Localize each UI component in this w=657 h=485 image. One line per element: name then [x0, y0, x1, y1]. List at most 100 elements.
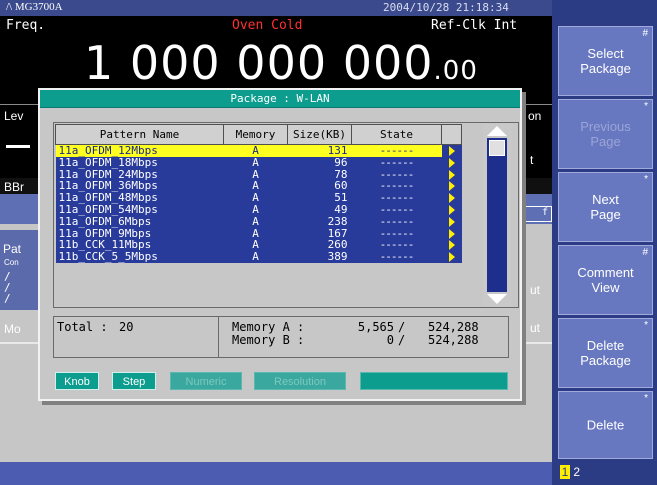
memory-cell: A [223, 144, 288, 157]
scroll-thumb[interactable] [489, 140, 505, 156]
comment-view-softkey[interactable]: # Comment View [558, 245, 653, 315]
table-scrollbar[interactable] [483, 124, 511, 306]
triangle-right-icon [448, 216, 455, 227]
size-cell: 51 [287, 192, 352, 204]
size-cell: 131 [287, 144, 352, 157]
triangle-right-icon [448, 252, 455, 263]
softkey-mark: * [644, 174, 648, 185]
memory-cell: A [223, 239, 288, 252]
col-state: State [351, 124, 442, 145]
triangle-right-icon [448, 193, 455, 204]
summary-divider [218, 317, 219, 357]
state-cell: ------ [351, 239, 442, 252]
softkey-label: Page [590, 134, 621, 149]
softkey-label: Previous [580, 119, 631, 134]
select-package-softkey[interactable]: # Select Package [558, 26, 653, 96]
bbr-label: BBr [4, 180, 25, 194]
state-cell: ------ [351, 156, 442, 169]
next-page-softkey[interactable]: * Next Page [558, 172, 653, 242]
memory-b-label: Memory B : [232, 333, 305, 347]
softkey-page-indicator[interactable]: 1 2 [560, 465, 580, 479]
pattern-table: Pattern Name Memory Size(KB) State 11a_O… [55, 124, 462, 263]
table-row[interactable]: 11b_CCK_11Mbps A 260 ------ [55, 239, 462, 252]
state-cell: ------ [351, 251, 442, 263]
pattern-name-cell: 11a_OFDM_9Mbps [55, 227, 224, 240]
mode-label: Mo [4, 322, 21, 336]
state-cell: ------ [351, 203, 442, 216]
table-row[interactable]: 11a_OFDM_18Mbps A 96 ------ [55, 156, 462, 169]
softkey-label: Next [592, 192, 619, 207]
anritsu-logo: /\ MG3700A [6, 1, 63, 13]
memory-cell: A [223, 180, 288, 193]
triangle-right-icon [448, 240, 455, 251]
scroll-up-icon[interactable] [487, 126, 507, 136]
package-dialog: Package : W-LAN Pattern Name Memory Size… [38, 88, 522, 401]
bottom-band [0, 462, 552, 485]
table-row[interactable]: 11a_OFDM_36Mbps A 60 ------ [55, 180, 462, 193]
t-label: t [530, 153, 534, 167]
size-cell: 60 [287, 180, 352, 193]
col-size: Size(KB) [287, 124, 352, 145]
state-cell: ------ [351, 180, 442, 193]
pattern-name-cell: 11b_CCK_5_5Mbps [55, 251, 224, 263]
ref-clock-status: Ref-Clk Int [431, 18, 518, 33]
triangle-right-icon [448, 204, 455, 215]
delete-softkey[interactable]: * Delete [558, 391, 653, 459]
softkey-label: Select [587, 46, 624, 61]
memory-a-separator: / [398, 320, 406, 334]
delete-package-softkey[interactable]: * Delete Package [558, 318, 653, 388]
current-page: 1 [560, 465, 570, 479]
softkey-mark: # [642, 28, 648, 39]
previous-page-softkey[interactable]: * Previous Page [558, 99, 653, 169]
frequency-fraction: .00 [433, 56, 478, 86]
row-arrow-cell [441, 156, 462, 169]
size-cell: 49 [287, 203, 352, 216]
table-row[interactable]: 11a_OFDM_6Mbps A 238 ------ [55, 215, 462, 228]
memory-b-used: 0 [386, 333, 394, 347]
triangle-right-icon [448, 146, 455, 156]
pattern-name-cell: 11b_CCK_11Mbps [55, 239, 224, 252]
table-row[interactable]: 11a_OFDM_9Mbps A 167 ------ [55, 227, 462, 240]
state-cell: ------ [351, 144, 442, 157]
f-box: f [524, 206, 552, 222]
memory-cell: A [223, 156, 288, 169]
table-row[interactable]: 11a_OFDM_48Mbps A 51 ------ [55, 192, 462, 204]
state-cell: ------ [351, 215, 442, 228]
softkey-mark: * [644, 393, 648, 404]
triangle-right-icon [448, 181, 455, 192]
table-row[interactable]: 11a_OFDM_24Mbps A 78 ------ [55, 168, 462, 181]
table-row[interactable]: 11b_CCK_5_5Mbps A 389 ------ [55, 251, 462, 263]
row-arrow-cell [441, 203, 462, 216]
dialog-title: Package : W-LAN [40, 90, 520, 108]
state-cell: ------ [351, 192, 442, 204]
step-mode-button[interactable]: Step [112, 372, 156, 390]
pattern-name-cell: 11a_OFDM_6Mbps [55, 215, 224, 228]
level-label: Lev [4, 109, 24, 123]
pattern-label: Pat [3, 242, 22, 256]
pattern-name-cell: 11a_OFDM_18Mbps [55, 156, 224, 169]
row-arrow-cell [441, 168, 462, 181]
memory-b-separator: / [398, 333, 406, 347]
scroll-track[interactable] [487, 138, 507, 292]
freq-label: Freq. [6, 18, 46, 33]
numeric-mode-button[interactable]: Numeric [170, 372, 242, 390]
softkey-label: View [591, 280, 620, 295]
level-dash [6, 145, 30, 148]
softkey-label: Comment [577, 265, 634, 280]
knob-mode-button[interactable]: Knob [55, 372, 99, 390]
pattern-name-cell: 11a_OFDM_48Mbps [55, 192, 224, 204]
output-label-2: ut [530, 321, 541, 335]
col-memory: Memory [223, 124, 288, 145]
scroll-down-icon[interactable] [487, 294, 507, 304]
main-screen: /\ MG3700A 2004/10/28 21:18:34 Freq. Ove… [0, 0, 552, 485]
size-cell: 238 [287, 215, 352, 228]
memory-summary: Total : 20 Memory A : 5,565 / 524,288 Me… [53, 316, 509, 358]
resolution-mode-button[interactable]: Resolution [254, 372, 346, 390]
size-cell: 96 [287, 156, 352, 169]
softkey-label: Package [580, 61, 631, 76]
row-arrow-cell [441, 227, 462, 240]
table-row[interactable]: 11a_OFDM_12Mbps A 131 ------ [55, 144, 462, 157]
table-row[interactable]: 11a_OFDM_54Mbps A 49 ------ [55, 203, 462, 216]
frequency-value[interactable]: 1 000 000 000.00 [84, 36, 478, 90]
total-value: 20 [119, 320, 134, 334]
